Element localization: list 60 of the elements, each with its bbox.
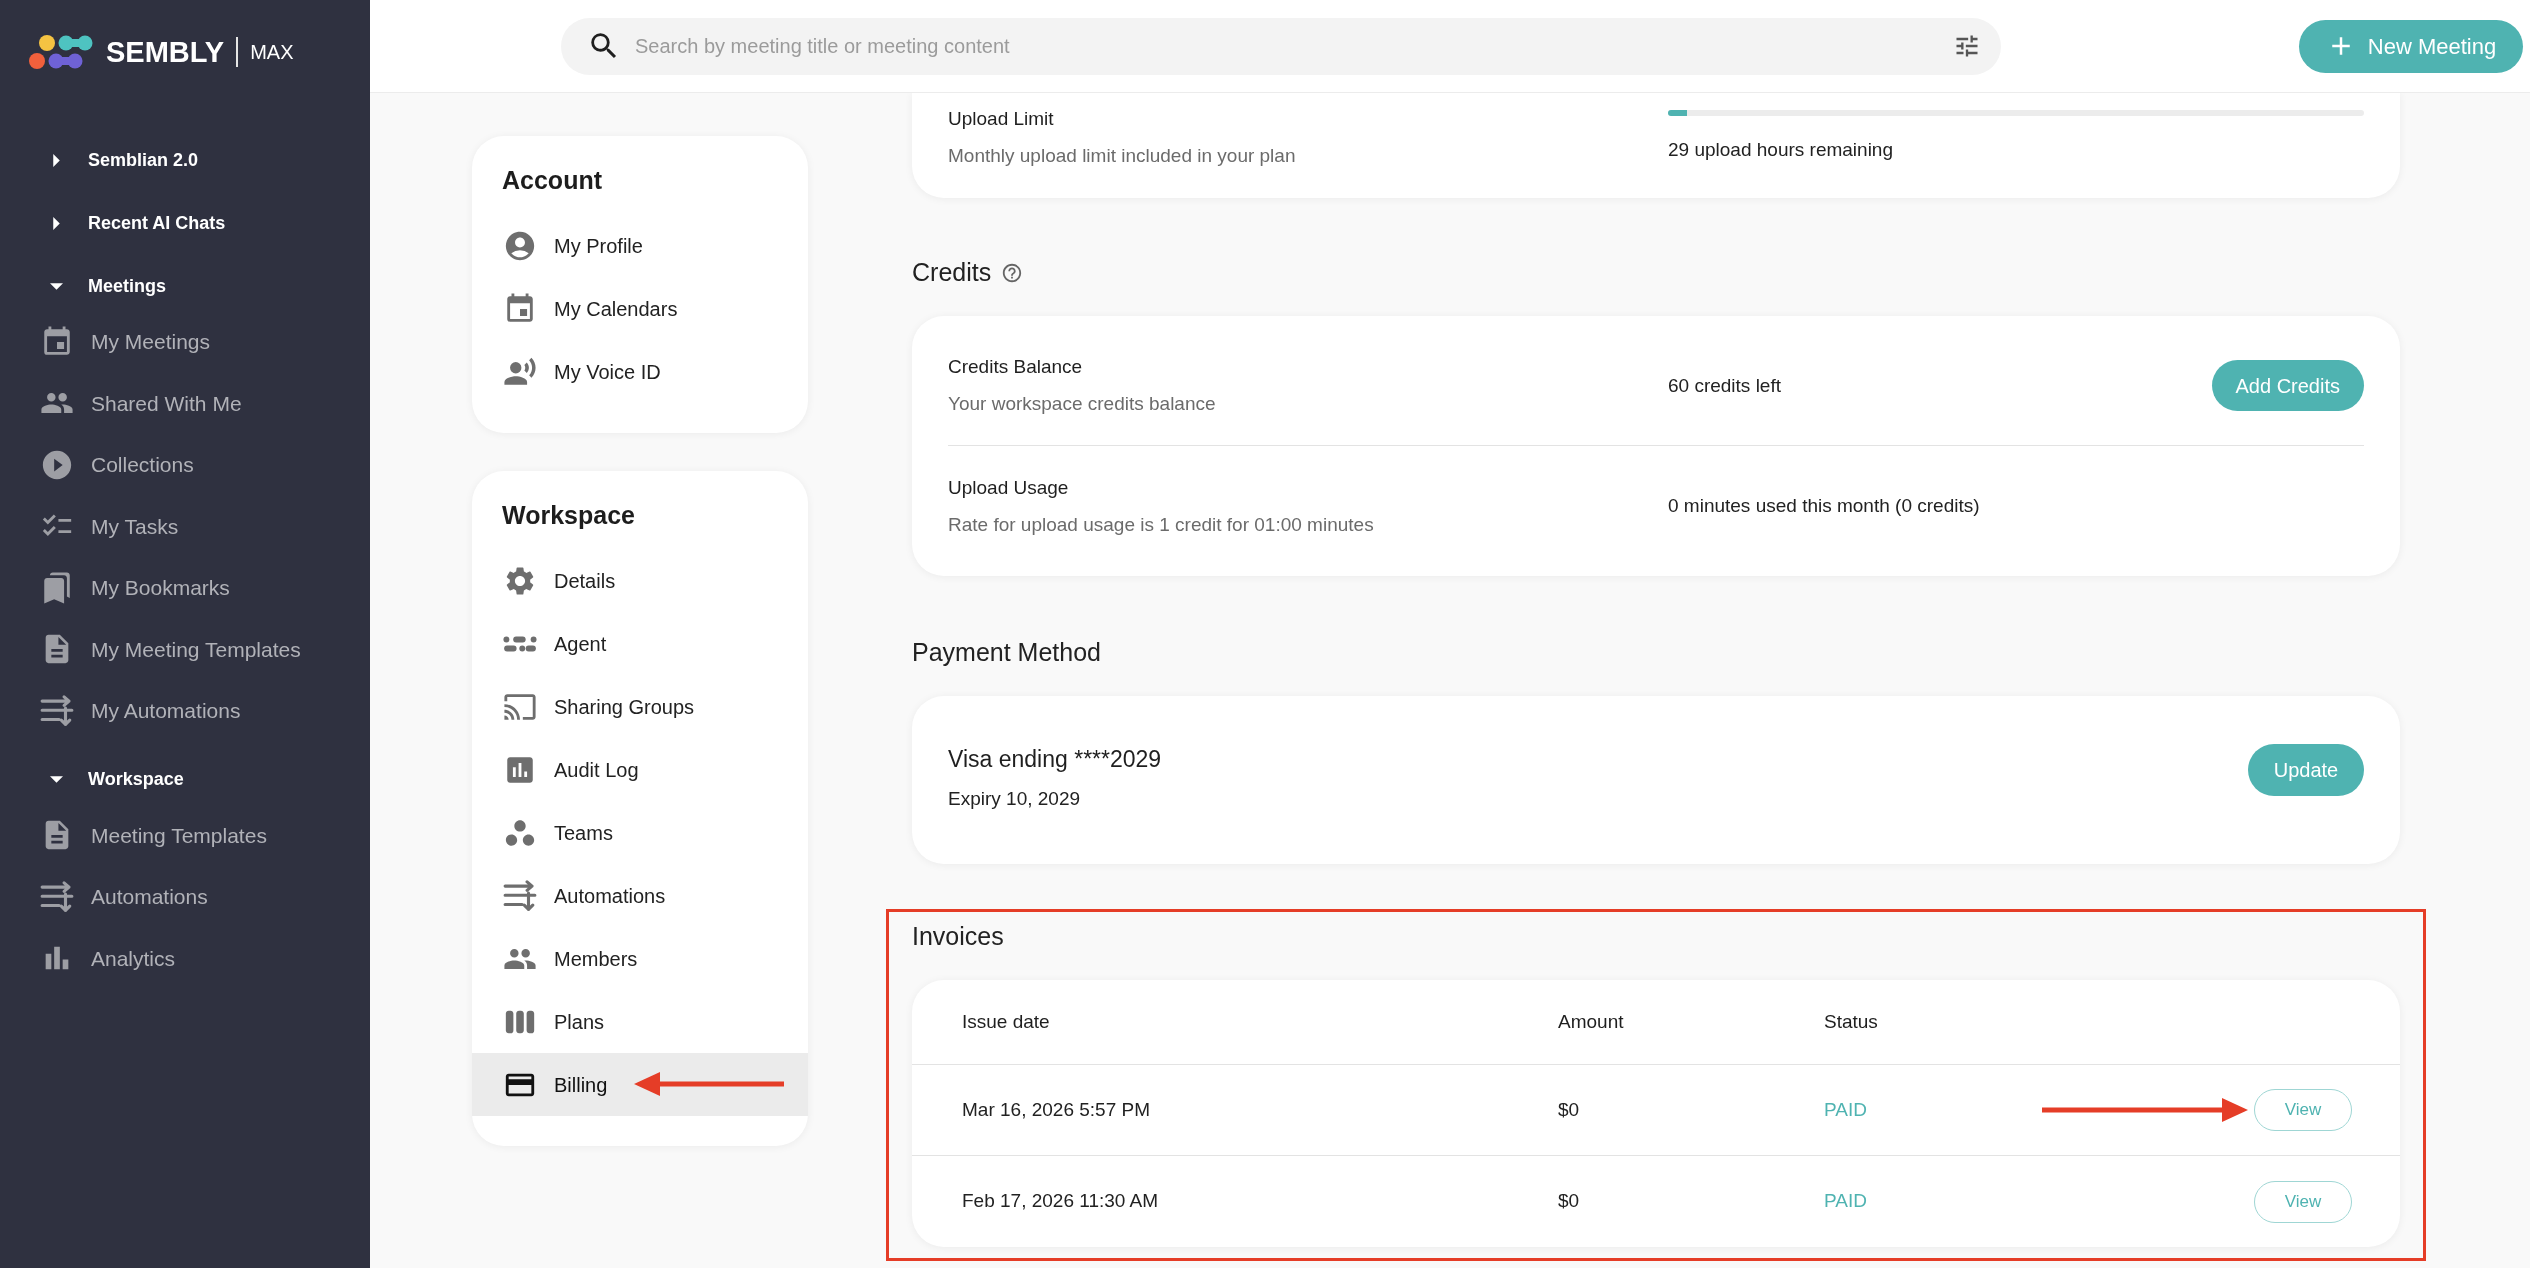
search-bar[interactable]: Search by meeting title or meeting content	[561, 17, 2001, 75]
value-text: 0 minutes used this month (0 credits)	[1668, 494, 1981, 518]
row-title: Upload Usage	[948, 475, 1070, 500]
row-description: Your workspace credits balance	[948, 392, 1217, 416]
settings-nav-item[interactable]: Billing	[472, 1053, 808, 1116]
card-name: Visa ending ****2029	[948, 745, 1162, 774]
help-icon[interactable]	[1001, 262, 1024, 284]
date-cell-text: Feb 17, 2026 11:30 AM	[962, 1189, 1160, 1214]
arrows-icon	[40, 879, 74, 914]
settings-nav-item[interactable]: Agent	[472, 612, 808, 675]
card-heading: Workspace	[501, 500, 636, 532]
settings-nav-item[interactable]: Plans	[472, 990, 808, 1053]
sidebar-item[interactable]: My Meetings	[0, 311, 370, 373]
search-field[interactable]: Search by meeting title or meeting content	[635, 31, 1953, 61]
card-expiry: Expiry 10, 2029	[948, 787, 1082, 811]
status-cell-text: PAID	[1824, 1097, 1868, 1122]
settings-nav-item[interactable]: Audit Log	[472, 738, 808, 801]
row-title: Upload Limit	[948, 107, 1055, 131]
settings-nav-item[interactable]: Sharing Groups	[472, 675, 808, 738]
settings-nav-item[interactable]: My Calendars	[472, 277, 808, 340]
sidebar-item[interactable]: Automations	[0, 866, 370, 928]
section-heading: Credits	[912, 257, 992, 289]
section-heading: Invoices	[912, 921, 1004, 953]
sidebar-item[interactable]: My Bookmarks	[0, 557, 370, 619]
column-header: Amount	[1558, 1009, 1625, 1034]
logo-text: SEMBLY	[106, 37, 225, 67]
amount-cell-text: $0	[1558, 1097, 1581, 1122]
card-heading: Account	[501, 165, 603, 197]
value-text: 29 upload hours remaining	[1668, 138, 1894, 162]
sidebar-item[interactable]: Meeting Templates	[0, 804, 370, 866]
section-toggle[interactable]: Workspace	[0, 754, 370, 805]
amount-cell-text: $0	[1558, 1189, 1581, 1214]
settings-nav-item[interactable]: Details	[472, 549, 808, 612]
row-description: Monthly upload limit included in your plan	[948, 144, 1297, 168]
sidebar-item[interactable]: Analytics	[0, 927, 370, 989]
sidebar-item[interactable]: My Tasks	[0, 495, 370, 557]
sidebar-item[interactable]: My Automations	[0, 680, 370, 742]
sidebar-item[interactable]: Collections	[0, 434, 370, 496]
column-header: Status	[1824, 1009, 1879, 1034]
section-heading: Payment Method	[912, 637, 1101, 669]
column-header: Issue date	[962, 1009, 1051, 1034]
row-description: Rate for upload usage is 1 credit for 01:00 minutes	[948, 512, 1375, 537]
arrows-icon	[40, 693, 74, 728]
settings-nav-item[interactable]: Automations	[472, 864, 808, 927]
row-title: Credits Balance	[948, 355, 1084, 379]
sidebar-item[interactable]: Shared With Me	[0, 372, 370, 434]
sidebar-item[interactable]: My Meeting Templates	[0, 618, 370, 680]
settings-nav-item[interactable]: Teams	[472, 801, 808, 864]
section-toggle[interactable]: Recent AI Chats	[0, 198, 370, 248]
section-toggle[interactable]: Semblian 2.0	[0, 135, 370, 185]
settings-nav-item[interactable]: My Voice ID	[472, 340, 808, 403]
settings-nav-item[interactable]: Members	[472, 927, 808, 990]
status-cell-text: PAID	[1824, 1189, 1868, 1214]
plan-label: MAX	[250, 42, 294, 62]
section-toggle[interactable]: Meetings	[0, 261, 370, 311]
settings-nav-item[interactable]: My Profile	[472, 214, 808, 277]
logo-icon	[29, 35, 93, 69]
arrows-icon	[503, 878, 537, 913]
date-cell-text: Mar 16, 2026 5:57 PM	[962, 1097, 1151, 1122]
value-text: 60 credits left	[1668, 373, 1782, 398]
